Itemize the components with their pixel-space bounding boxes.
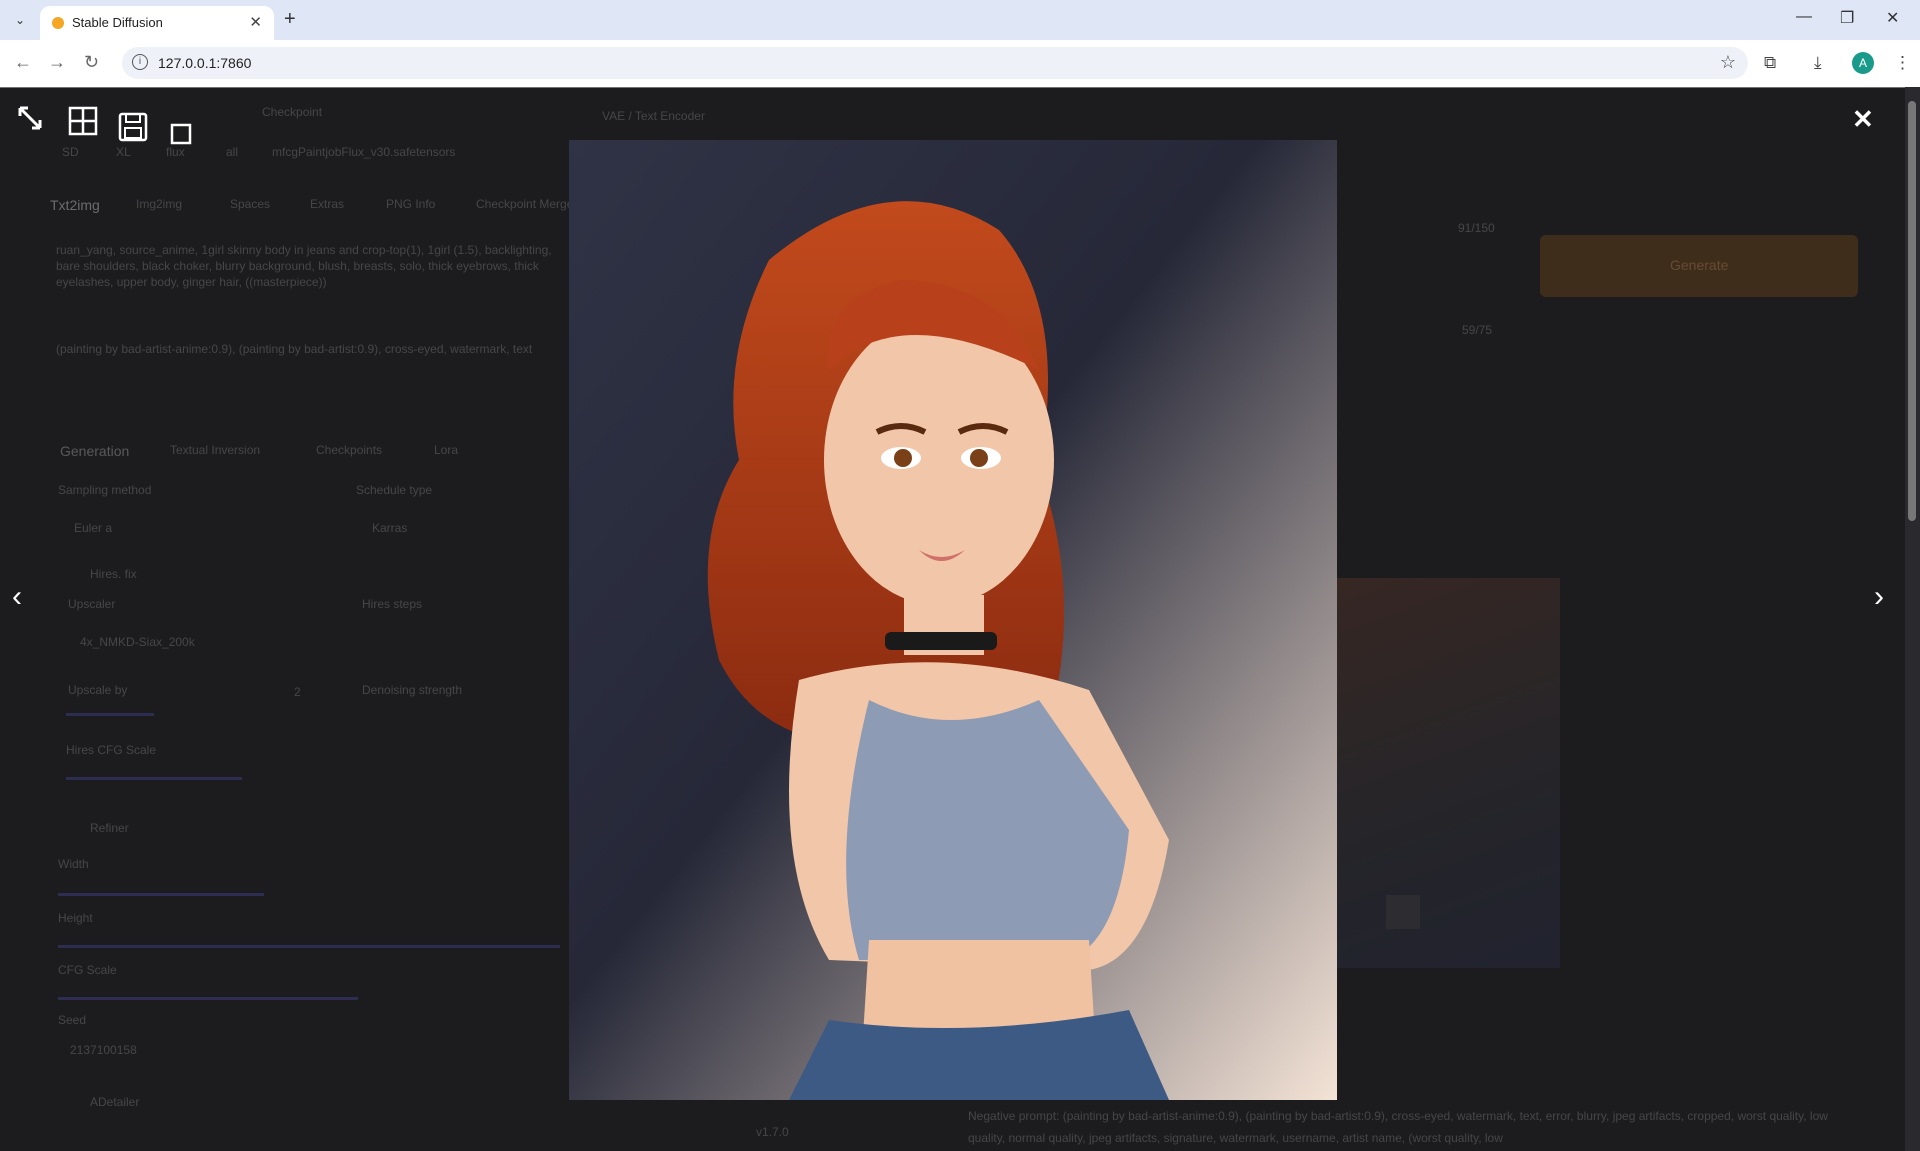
height-label: Height — [58, 911, 93, 925]
hires-cfg-slider[interactable] — [66, 777, 242, 780]
tab-checkpoint-merger[interactable]: Checkpoint Merger — [476, 197, 577, 211]
url-field[interactable]: i 127.0.0.1:7860 ☆ — [122, 47, 1748, 79]
upscaler-label: Upscaler — [68, 597, 116, 611]
close-icon[interactable]: ✕ — [1852, 104, 1874, 135]
tab-title: Stable Diffusion — [72, 15, 163, 30]
width-label: Width — [58, 857, 89, 871]
tab-png-info[interactable]: PNG Info — [386, 197, 435, 211]
height-slider[interactable] — [58, 945, 560, 948]
tab-txt2img[interactable]: Txt2img — [50, 197, 100, 213]
new-tab-icon[interactable]: + — [284, 8, 296, 31]
browser-menu-icon[interactable]: ⋮ — [1894, 53, 1911, 73]
cfg-scale-label: CFG Scale — [58, 963, 117, 977]
scrollbar-thumb[interactable] — [1908, 101, 1916, 521]
vae-label: VAE / Text Encoder — [602, 109, 705, 123]
gallery-thumbnail[interactable] — [1386, 895, 1420, 929]
denoising-label: Denoising strength — [362, 683, 463, 697]
progress-text: 91/150 — [1458, 221, 1495, 235]
hires-fix-checkbox[interactable]: Hires. fix — [90, 567, 137, 581]
hires-steps-label: Hires steps — [362, 597, 423, 611]
window-close-icon[interactable]: ✕ — [1886, 8, 1899, 28]
address-bar-row: ← → ↻ i 127.0.0.1:7860 ☆ ⧉ ⤓ A ⋮ — [0, 40, 1920, 88]
tab-spaces[interactable]: Spaces — [230, 197, 270, 211]
next-image-icon[interactable]: › — [1874, 580, 1884, 614]
reload-icon[interactable]: ↻ — [84, 52, 99, 73]
tile-icon[interactable] — [68, 106, 98, 143]
tab-img2img[interactable]: Img2img — [136, 197, 182, 211]
previous-image-icon[interactable]: ‹ — [12, 580, 22, 614]
tab-checkpoints[interactable]: Checkpoints — [316, 443, 382, 457]
extensions-icon[interactable]: ⧉ — [1764, 53, 1776, 73]
sampling-method-dropdown[interactable]: Euler a — [74, 521, 112, 535]
site-info-icon[interactable]: i — [132, 54, 148, 70]
tab-search-icon[interactable]: ⌄ — [10, 10, 30, 30]
output-image-thumb[interactable] — [1336, 578, 1560, 968]
upscale-by-slider[interactable] — [66, 713, 154, 716]
sampling-method-label: Sampling method — [58, 483, 152, 497]
tab-close-icon[interactable]: ✕ — [249, 13, 262, 31]
upscaler-dropdown[interactable]: 4x_NMKD-Siax_200k — [80, 635, 195, 649]
schedule-dropdown[interactable]: Karras — [372, 521, 407, 535]
back-icon[interactable]: ← — [14, 52, 32, 73]
version-text: v1.7.0 — [756, 1125, 789, 1139]
generate-label: Generate — [1670, 257, 1729, 273]
generation-info-text: Negative prompt: (painting by bad-artist… — [968, 1109, 1828, 1145]
forward-icon[interactable]: → — [48, 52, 66, 73]
tab-generation[interactable]: Generation — [60, 443, 129, 459]
browser-tab-bar: ⌄ Stable Diffusion ✕ + — ❐ ✕ — [0, 0, 1920, 40]
save-icon[interactable] — [118, 112, 148, 149]
width-slider[interactable] — [58, 893, 264, 896]
zoom-icon[interactable] — [170, 120, 192, 152]
profile-avatar[interactable]: A — [1852, 52, 1874, 74]
tab-textual-inversion[interactable]: Textual Inversion — [170, 443, 260, 457]
browser-tab[interactable]: Stable Diffusion ✕ — [40, 6, 274, 40]
schedule-label: Schedule type — [356, 483, 433, 497]
bookmark-star-icon[interactable]: ☆ — [1720, 52, 1736, 73]
tab-extras[interactable]: Extras — [310, 197, 344, 211]
tab-lora[interactable]: Lora — [434, 443, 458, 457]
hires-cfg-label: Hires CFG Scale — [66, 743, 157, 757]
minimize-icon[interactable]: — — [1796, 8, 1812, 26]
seed-label: Seed — [58, 1013, 87, 1027]
refiner-checkbox[interactable]: Refiner — [90, 821, 129, 835]
page-scrollbar[interactable] — [1905, 87, 1920, 1151]
url-text: 127.0.0.1:7860 — [158, 55, 252, 71]
model-sd[interactable]: SD — [62, 145, 79, 159]
favicon-icon — [52, 17, 64, 29]
upscale-by-value[interactable]: 2 — [294, 685, 301, 699]
negative-prompt-textarea[interactable]: (painting by bad-artist-anime:0.9), (pai… — [56, 342, 556, 356]
model-all[interactable]: all — [226, 145, 238, 159]
checkpoint-dropdown[interactable]: mfcgPaintjobFlux_v30.safetensors — [272, 145, 455, 159]
adetailer-checkbox[interactable]: ADetailer — [90, 1095, 139, 1109]
checkpoint-label: Checkpoint — [262, 105, 323, 119]
download-icon[interactable]: ⤓ — [1814, 53, 1822, 73]
eta-text: 59/75 — [1462, 323, 1493, 337]
seed-input[interactable]: 2137100158 — [70, 1043, 137, 1057]
generated-portrait — [569, 140, 1337, 1100]
prompt-textarea[interactable]: ruan_yang, source_anime, 1girl skinny bo… — [56, 242, 556, 290]
restore-icon[interactable]: ❐ — [1840, 8, 1854, 28]
cfg-scale-slider[interactable] — [58, 997, 358, 1000]
upscale-by-label: Upscale by — [68, 683, 128, 697]
lightbox-image[interactable] — [569, 140, 1337, 1100]
generate-button[interactable]: Generate — [1540, 235, 1858, 297]
fullscreen-icon[interactable] — [16, 104, 44, 139]
